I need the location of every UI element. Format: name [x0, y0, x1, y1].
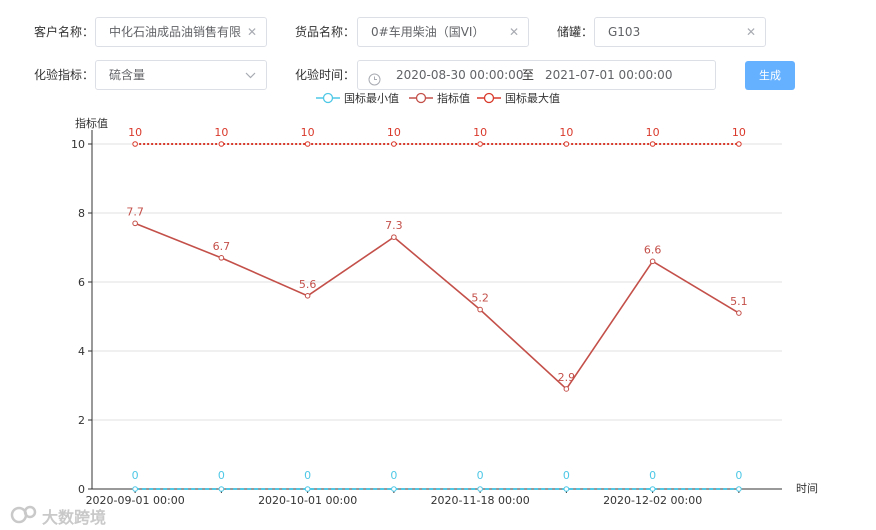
data-label: 0	[218, 469, 225, 482]
data-label: 0	[477, 469, 484, 482]
data-point	[132, 220, 138, 227]
x-axis-title: 时间	[796, 482, 818, 495]
data-point	[649, 486, 656, 492]
data-point	[477, 486, 483, 492]
legend-label: 国标最大值	[505, 91, 560, 105]
data-point	[736, 486, 742, 492]
logo-icon	[10, 505, 37, 524]
data-label: 0	[735, 469, 742, 482]
data-point	[649, 258, 656, 265]
legend-label: 国标最小值	[344, 91, 399, 105]
y-tick-label: 8	[78, 207, 85, 220]
data-label: 6.7	[213, 240, 231, 253]
data-point	[391, 486, 397, 492]
data-label: 6.6	[644, 243, 662, 256]
y-axis-title: 指标值	[75, 116, 108, 130]
legend-swatch-marker	[322, 92, 334, 104]
data-point	[477, 306, 483, 313]
data-point	[736, 310, 742, 316]
data-point	[736, 141, 742, 147]
data-point	[132, 141, 138, 147]
data-point	[304, 293, 311, 299]
data-point	[563, 141, 570, 147]
data-point	[304, 486, 311, 492]
data-label: 10	[732, 126, 746, 139]
data-point	[391, 141, 397, 147]
data-point	[304, 141, 311, 147]
data-point	[477, 141, 483, 147]
watermark-text: 大数跨境	[42, 508, 107, 527]
data-label: 10	[559, 126, 573, 139]
line-chart: 0246810指标值时间2020-09-01 00:00 2020-10-01 0…	[71, 91, 818, 507]
x-tick-label: 2020-11-18 00:00	[431, 494, 530, 507]
data-label: 2.9	[558, 371, 576, 384]
data-label: 0	[132, 469, 139, 482]
data-label: 10	[301, 126, 315, 139]
data-point	[391, 234, 397, 240]
y-tick-label: 0	[78, 483, 85, 496]
data-label: 7.3	[385, 219, 403, 232]
data-point	[649, 141, 656, 147]
data-label: 10	[387, 126, 401, 139]
legend-swatch-marker	[483, 92, 495, 104]
data-label: 7.7	[126, 205, 144, 218]
data-point	[218, 141, 225, 147]
data-label: 0	[649, 469, 656, 482]
y-tick-label: 6	[78, 276, 85, 289]
data-label: 5.1	[730, 295, 748, 308]
y-tick-label: 4	[78, 345, 85, 358]
watermark: 大数跨境	[10, 503, 120, 527]
data-label: 10	[473, 126, 487, 139]
data-label: 10	[646, 126, 660, 139]
data-label: 0	[563, 469, 570, 482]
data-label: 0	[304, 469, 311, 482]
data-point	[563, 486, 570, 492]
data-point	[563, 386, 570, 392]
data-point	[218, 486, 225, 492]
y-tick-label: 2	[78, 414, 85, 427]
data-label: 10	[128, 126, 142, 139]
data-label: 5.2	[471, 292, 489, 305]
data-label: 10	[214, 126, 228, 139]
data-label: 0	[390, 469, 397, 482]
data-label: 5.6	[299, 278, 317, 291]
legend-swatch-marker	[415, 92, 427, 104]
data-point	[132, 486, 138, 492]
x-tick-label: 2020-12-02 00:00	[603, 494, 702, 507]
legend-label: 指标值	[437, 91, 470, 105]
x-tick-label: 2020-10-01 00:00	[258, 494, 357, 507]
y-tick-label: 10	[71, 138, 85, 151]
data-point	[218, 255, 225, 261]
